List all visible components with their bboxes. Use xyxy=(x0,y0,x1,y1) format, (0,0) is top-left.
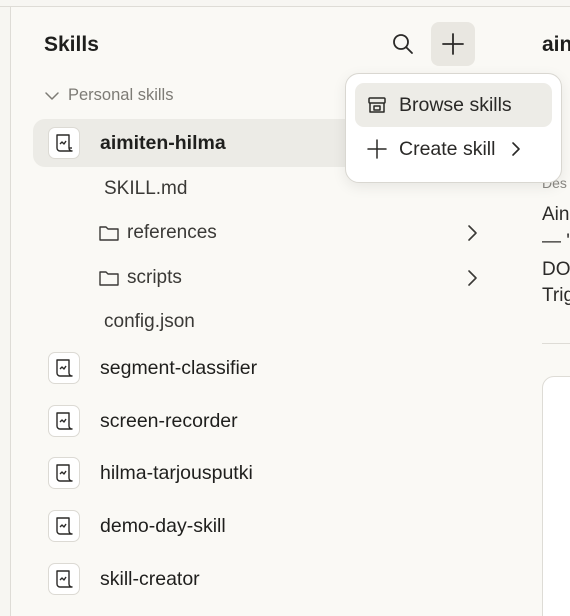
store-icon xyxy=(368,97,386,113)
file-skill-md[interactable]: SKILL.md xyxy=(104,178,187,200)
scroll-icon xyxy=(48,352,80,384)
scroll-icon xyxy=(48,457,80,489)
skill-item-segment-classifier[interactable]: segment-classifier xyxy=(33,344,413,392)
scroll-icon xyxy=(48,510,80,542)
description-line: Ain xyxy=(542,204,570,225)
skill-item-screen-recorder[interactable]: screen-recorder xyxy=(33,397,413,445)
create-skill-menu-item[interactable]: Create skill xyxy=(355,127,552,171)
skill-item-skill-creator[interactable]: skill-creator xyxy=(33,555,413,603)
plus-icon xyxy=(442,33,464,55)
chevron-down-icon xyxy=(45,91,59,100)
browse-skills-menu-item[interactable]: Browse skills xyxy=(355,83,552,127)
folder-label: references xyxy=(127,222,217,243)
folder-icon xyxy=(99,226,119,241)
search-button[interactable] xyxy=(381,22,425,66)
add-skill-menu: Browse skills Create skill xyxy=(345,73,562,183)
folder-references[interactable]: references xyxy=(99,216,479,250)
scroll-icon xyxy=(48,405,80,437)
skill-label: aimiten-hilma xyxy=(100,131,226,154)
plus-icon xyxy=(367,139,387,159)
search-icon xyxy=(393,34,413,54)
file-config-json[interactable]: config.json xyxy=(104,311,195,333)
skill-label: hilma-tarjousputki xyxy=(100,461,253,484)
detail-title: ain xyxy=(542,33,570,56)
personal-skills-toggle[interactable]: Personal skills xyxy=(44,86,173,105)
skill-label: screen-recorder xyxy=(100,409,238,432)
description-line: — ' xyxy=(542,231,570,252)
skill-label: demo-day-skill xyxy=(100,514,226,537)
chevron-right-icon xyxy=(512,142,520,156)
chevron-right-icon xyxy=(468,225,477,241)
description-line: DO xyxy=(542,259,570,280)
folder-icon xyxy=(99,271,119,286)
section-label: Personal skills xyxy=(68,86,174,104)
skill-item-demo-day-skill[interactable]: demo-day-skill xyxy=(33,502,413,550)
scroll-icon xyxy=(48,127,80,159)
chevron-right-icon xyxy=(468,270,477,286)
menu-item-label: Browse skills xyxy=(399,93,512,116)
skill-label: segment-classifier xyxy=(100,356,258,379)
folder-scripts[interactable]: scripts xyxy=(99,261,479,295)
menu-item-label: Create skill xyxy=(399,137,496,160)
description-line: Trig xyxy=(542,285,570,306)
divider xyxy=(542,343,570,344)
add-skill-button[interactable] xyxy=(431,22,475,66)
skill-item-hilma-tarjousputki[interactable]: hilma-tarjousputki xyxy=(33,449,413,497)
scroll-icon xyxy=(48,563,80,595)
folder-label: scripts xyxy=(127,267,182,288)
skill-label: skill-creator xyxy=(100,567,200,590)
panel-title: Skills xyxy=(44,33,99,56)
content-card xyxy=(542,376,570,616)
